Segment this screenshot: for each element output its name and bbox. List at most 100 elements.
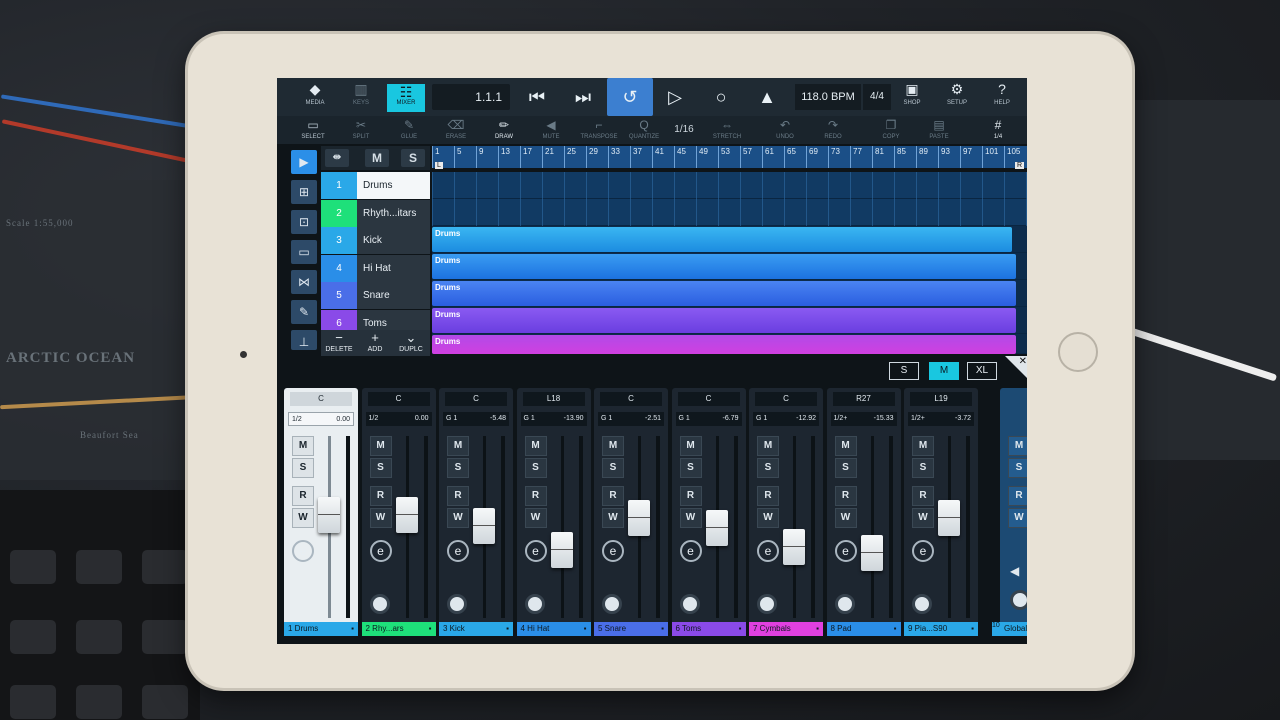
edit-channel-icon[interactable]: e: [679, 540, 702, 562]
read-automation-button[interactable]: R: [524, 486, 547, 506]
mute-button[interactable]: M: [369, 436, 392, 456]
rewind-start-icon[interactable]: ⏮: [517, 82, 557, 112]
input-output-display[interactable]: G 1 -6.79: [675, 412, 742, 426]
metronome-icon[interactable]: ▲: [747, 82, 787, 112]
input-output-display[interactable]: G 1 -2.51: [598, 412, 664, 426]
write-automation-button[interactable]: W: [912, 508, 934, 528]
read-automation-button[interactable]: R: [292, 486, 314, 506]
volume-fader[interactable]: [860, 535, 883, 571]
write-automation-button[interactable]: W: [602, 508, 624, 528]
input-output-display[interactable]: G 1 -13.90: [520, 412, 587, 426]
stretch-tool[interactable]: ⇔ STRETCH: [707, 116, 747, 144]
mute-button[interactable]: M: [757, 436, 779, 456]
volume-fader[interactable]: [473, 508, 495, 544]
tempo-display[interactable]: 118.0 BPM: [795, 84, 861, 110]
track-row[interactable]: 1 Drums: [321, 172, 430, 199]
send-knob[interactable]: [447, 594, 467, 614]
send-knob[interactable]: [679, 594, 700, 614]
locator-left[interactable]: L: [435, 162, 443, 169]
position-display[interactable]: 1.1.1: [432, 84, 510, 110]
edit-channel-icon[interactable]: e: [524, 540, 547, 562]
input-output-display[interactable]: 1/2+ -15.33: [830, 412, 897, 426]
drums-clip[interactable]: Drums: [432, 308, 1016, 333]
edit-icon[interactable]: ✎: [291, 300, 317, 324]
solo-button[interactable]: S: [834, 458, 857, 478]
split-tool[interactable]: ✂ SPLIT: [345, 116, 377, 144]
write-automation-button[interactable]: W: [369, 508, 392, 528]
skip-end-icon[interactable]: ⏭: [563, 82, 603, 112]
read-automation-button[interactable]: R: [757, 486, 779, 506]
pan-display[interactable]: C: [290, 392, 352, 406]
send-knob[interactable]: [757, 594, 777, 614]
cycle-loop-icon[interactable]: ↺: [607, 78, 653, 116]
media-button[interactable]: ◆ MEDIA: [295, 78, 335, 116]
insert-icon[interactable]: ⊡: [291, 210, 317, 234]
mute-button[interactable]: M: [602, 436, 624, 456]
setup-button[interactable]: ⚙ SETUP: [941, 78, 973, 116]
input-output-display[interactable]: G 1 -5.48: [443, 412, 509, 426]
mixer-size-m[interactable]: M: [929, 362, 959, 380]
read-automation-button[interactable]: R: [912, 486, 934, 506]
drums-clip[interactable]: Drums: [432, 227, 1012, 252]
pan-display[interactable]: R27: [832, 392, 895, 406]
send-knob[interactable]: [524, 594, 545, 614]
edit-channel-icon[interactable]: e: [369, 540, 392, 562]
solo-button[interactable]: S: [447, 458, 469, 478]
solo-button[interactable]: S: [292, 458, 314, 478]
duplicate-track-button[interactable]: ⌄ DUPLC: [393, 330, 429, 356]
write-automation-button[interactable]: W: [679, 508, 702, 528]
volume-fader[interactable]: [938, 500, 960, 536]
monitor-icon[interactable]: ▭: [291, 240, 317, 264]
draw-tool[interactable]: ✏ DRAW: [487, 116, 521, 144]
mute-button[interactable]: M: [679, 436, 702, 456]
keys-button[interactable]: ▥ KEYS: [341, 78, 381, 116]
global-mute-button[interactable]: M: [1008, 436, 1027, 456]
edit-channel-icon[interactable]: e: [447, 540, 469, 562]
volume-fader[interactable]: [550, 532, 573, 568]
solo-button[interactable]: S: [757, 458, 779, 478]
pan-display[interactable]: C: [677, 392, 740, 406]
read-automation-button[interactable]: R: [834, 486, 857, 506]
track-row[interactable]: 5 Snare: [321, 282, 430, 309]
track-folder-icon[interactable]: ⇹: [325, 149, 349, 167]
locator-right[interactable]: R: [1015, 162, 1025, 169]
send-knob[interactable]: [834, 594, 855, 614]
volume-fader[interactable]: [705, 510, 728, 546]
read-automation-button[interactable]: R: [369, 486, 392, 506]
solo-button[interactable]: S: [679, 458, 702, 478]
grid-button[interactable]: #1/4: [983, 116, 1013, 144]
mute-button[interactable]: M: [292, 436, 314, 456]
pan-display[interactable]: C: [755, 392, 817, 406]
play-icon[interactable]: ▷: [655, 82, 695, 112]
mute-button[interactable]: M: [524, 436, 547, 456]
undo-button[interactable]: ↶ UNDO: [769, 116, 801, 144]
shop-button[interactable]: ▣ SHOP: [897, 78, 927, 116]
speaker-icon[interactable]: ◀: [1010, 564, 1019, 578]
mute-all-button[interactable]: M: [365, 149, 389, 167]
mute-tool[interactable]: ◀ MUTE: [535, 116, 567, 144]
copy-button[interactable]: ❐ COPY: [875, 116, 907, 144]
write-automation-button[interactable]: W: [757, 508, 779, 528]
help-button[interactable]: ? HELP: [987, 78, 1017, 116]
automation-icon[interactable]: ⋈: [291, 270, 317, 294]
solo-all-button[interactable]: S: [401, 149, 425, 167]
solo-button[interactable]: S: [602, 458, 624, 478]
mixer-size-xl[interactable]: XL: [967, 362, 997, 380]
track-row[interactable]: 3 Kick: [321, 227, 430, 254]
input-output-display[interactable]: 1/2+ -3.72: [908, 412, 974, 426]
erase-tool[interactable]: ⌫ ERASE: [439, 116, 473, 144]
transpose-tool[interactable]: ⌐ TRANSPOSE: [577, 116, 621, 144]
global-solo-button[interactable]: S: [1008, 458, 1027, 478]
time-signature[interactable]: 4/4: [863, 84, 891, 110]
quantize-value[interactable]: 1/16: [669, 116, 699, 144]
input-output-display[interactable]: G 1 -12.92: [753, 412, 819, 426]
drums-clip[interactable]: Drums: [432, 335, 1016, 354]
export-icon[interactable]: ⊥: [291, 330, 317, 350]
record-icon[interactable]: ○: [701, 82, 741, 112]
edit-channel-icon[interactable]: e: [834, 540, 857, 562]
mixer-size-s[interactable]: S: [889, 362, 919, 380]
volume-fader[interactable]: [783, 529, 805, 565]
drums-clip[interactable]: Drums: [432, 254, 1016, 279]
write-automation-button[interactable]: W: [292, 508, 314, 528]
edit-channel-icon[interactable]: e: [602, 540, 624, 562]
